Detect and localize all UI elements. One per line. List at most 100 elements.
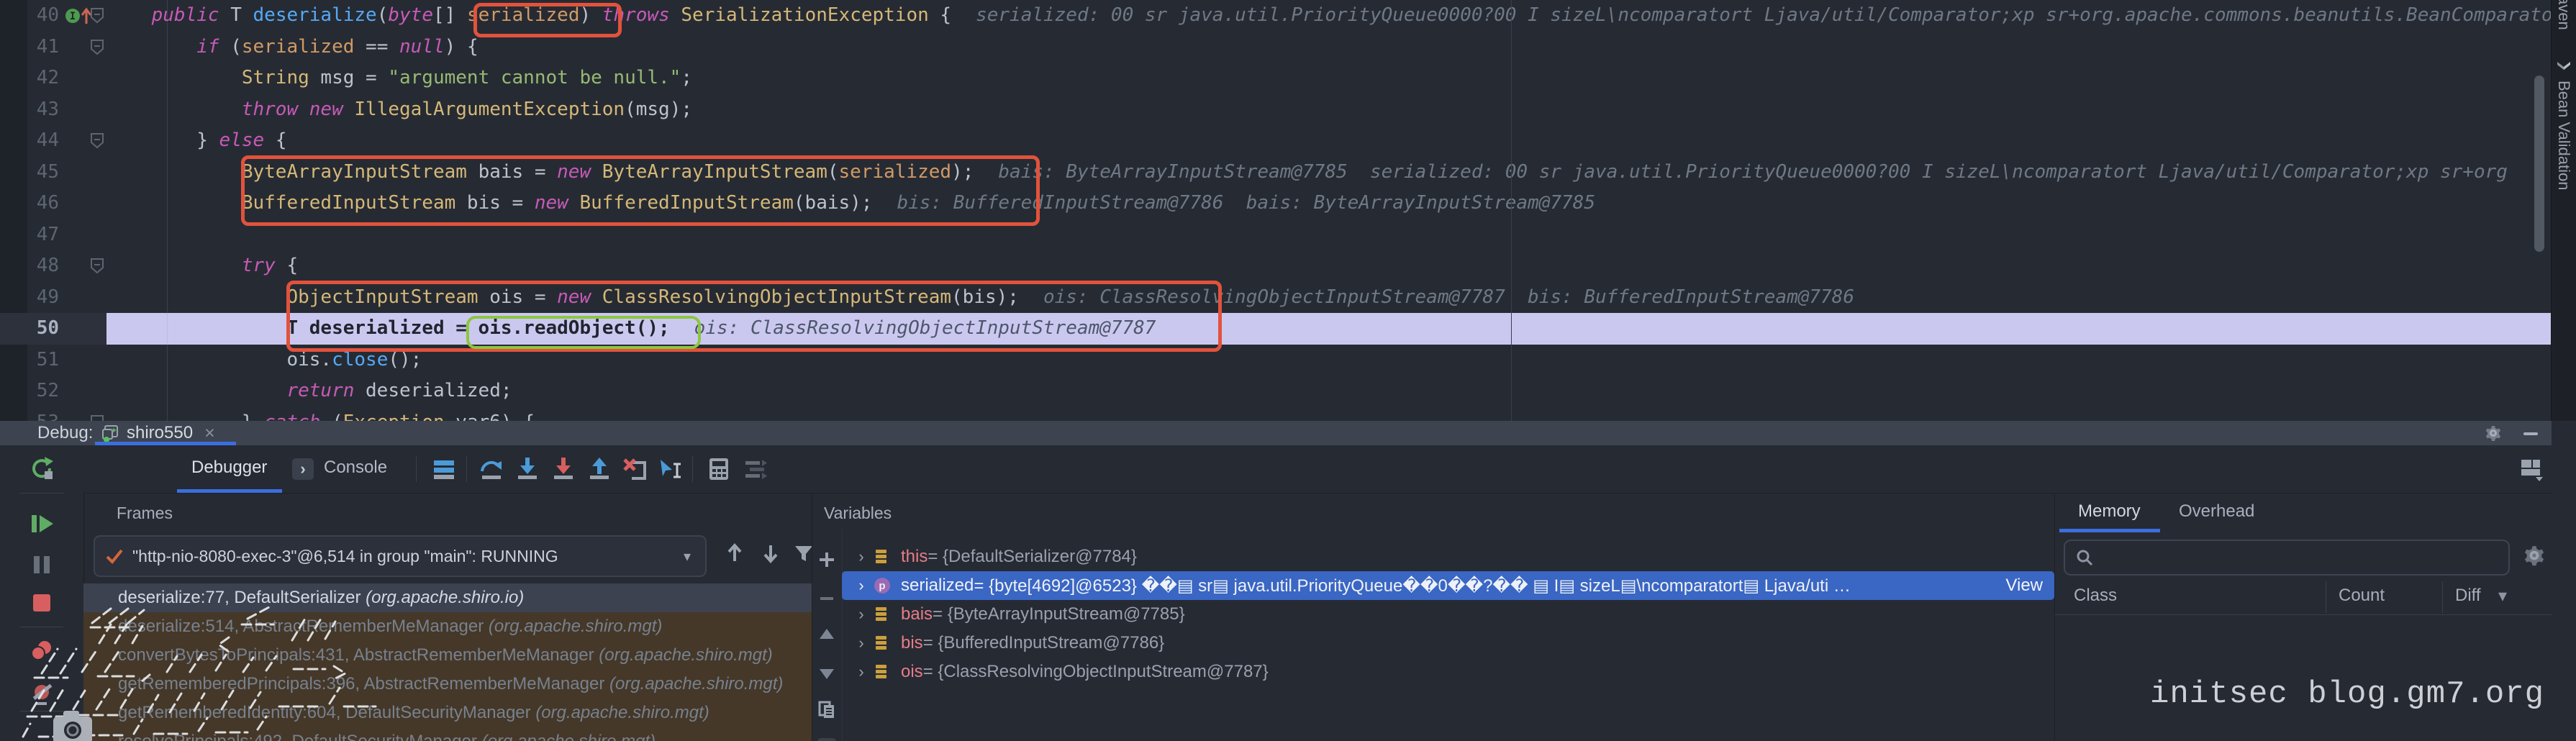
pause-icon[interactable] (27, 550, 56, 579)
code-line-49[interactable]: 49 ObjectInputStream ois = new ClassReso… (0, 282, 2552, 314)
variable-row-ois[interactable]: ›ois = {ClassResolvingObjectInputStream@… (842, 658, 2054, 686)
watches-toggle-icon[interactable] (817, 737, 837, 741)
stop-icon[interactable] (27, 588, 56, 617)
code-line-51[interactable]: 51 ois.close(); (0, 345, 2552, 376)
frame-row[interactable]: getRememberedPrincipals:396, AbstractRem… (83, 670, 812, 699)
column-class[interactable]: Class (2074, 586, 2117, 606)
code-line-52[interactable]: 52 return deserialized; (0, 376, 2552, 407)
variable-row-bis[interactable]: ›bis = {BufferedInputStream@7786} (842, 629, 2054, 658)
tab-debugger[interactable]: Debugger (191, 445, 267, 493)
memory-search-box[interactable] (2064, 540, 2510, 576)
mute-breakpoints-icon[interactable] (27, 679, 56, 708)
frame-row[interactable]: resolvePrincipals:492, DefaultSecurityMa… (83, 727, 812, 741)
expand-chevron-icon[interactable]: › (851, 605, 872, 624)
code-line-43[interactable]: 43 throw new IllegalArgumentException(ms… (0, 94, 2552, 126)
fold-marker-icon[interactable] (89, 132, 105, 150)
move-down-icon[interactable] (817, 663, 837, 683)
fold-marker-icon[interactable] (89, 39, 105, 56)
variable-row-this[interactable]: ›this = {DefaultSerializer@7784} (842, 542, 2054, 571)
code-line-41[interactable]: 41 if (serialized == null) { (0, 32, 2552, 63)
expand-chevron-icon[interactable]: › (851, 663, 872, 681)
expand-chevron-icon[interactable]: › (851, 634, 872, 653)
tab-console[interactable]: Console (324, 445, 387, 493)
code-line-44[interactable]: 44 } else { (0, 125, 2552, 157)
code-line-46[interactable]: 46 BufferedInputStream bis = new Buffere… (0, 188, 2552, 219)
code-line-50[interactable]: 50 T deserialized = ois.readObject();ois… (0, 313, 2552, 345)
remove-watch-icon[interactable] (817, 588, 837, 609)
threads-view-icon[interactable] (430, 455, 458, 483)
thread-selector[interactable]: "http-nio-8080-exec-3"@6,514 in group "m… (94, 535, 707, 577)
fold-marker-icon[interactable] (89, 7, 105, 24)
expand-chevron-icon[interactable]: › (851, 576, 872, 595)
drop-frame-icon[interactable] (622, 455, 649, 483)
code-text[interactable]: BufferedInputStream bis = new BufferedIn… (106, 188, 2552, 219)
variable-row-serialized[interactable]: ›pserialized = {byte[4692]@6523} ��▤ sr▤… (842, 571, 2054, 600)
layout-settings-icon[interactable] (2518, 455, 2546, 483)
code-text[interactable]: ObjectInputStream ois = new ClassResolvi… (106, 282, 2552, 314)
code-text[interactable]: } else { (106, 125, 2552, 157)
step-over-icon[interactable] (478, 455, 505, 483)
inline-debugger-hint: bais: ByteArrayInputStream@7785 serializ… (998, 161, 2508, 183)
code-text[interactable] (106, 219, 2552, 251)
frame-up-icon[interactable] (722, 541, 747, 565)
move-up-icon[interactable] (817, 624, 837, 645)
code-text[interactable]: ByteArrayInputStream bais = new ByteArra… (106, 157, 2552, 188)
code-text[interactable]: if (serialized == null) { (106, 32, 2552, 63)
line-number: 42 (0, 63, 59, 94)
code-line-42[interactable]: 42 String msg = "argument cannot be null… (0, 63, 2552, 94)
frame-row[interactable]: deserialize:514, AbstractRememberMeManag… (83, 612, 812, 641)
column-count[interactable]: Count (2339, 586, 2385, 606)
trace-settings-icon[interactable] (743, 455, 770, 483)
resume-icon[interactable] (27, 509, 56, 538)
tab-overhead[interactable]: Overhead (2179, 494, 2254, 531)
rerun-icon[interactable] (27, 454, 56, 483)
code-line-53[interactable]: 53 } catch (Exception var6) { (0, 407, 2552, 423)
settings-gear-icon[interactable] (2482, 423, 2504, 443)
code-text[interactable]: throw new IllegalArgumentException(msg); (106, 94, 2552, 126)
code-text[interactable]: } catch (Exception var6) { (106, 407, 2552, 423)
view-breakpoints-icon[interactable] (27, 636, 56, 665)
line-number: 43 (0, 94, 59, 126)
code-text[interactable]: String msg = "argument cannot be null."; (106, 63, 2552, 94)
copy-value-icon[interactable] (817, 699, 837, 719)
fold-marker-icon[interactable] (89, 258, 105, 275)
evaluate-expression-icon[interactable] (705, 455, 733, 483)
frame-row[interactable]: getRememberedIdentity:604, DefaultSecuri… (83, 699, 812, 727)
new-watch-icon[interactable] (817, 550, 837, 570)
frame-row[interactable]: deserialize:77, DefaultSerializer (org.a… (83, 583, 812, 612)
view-value-link[interactable]: View (2005, 576, 2043, 596)
maven-tool-button[interactable]: aven (2554, 0, 2573, 30)
inline-debugger-hint: ois: ClassResolvingObjectInputStream@778… (1043, 286, 1854, 308)
minimize-icon[interactable] (2520, 423, 2541, 443)
variable-row-bais[interactable]: ›bais = {ByteArrayInputStream@7785} (842, 600, 2054, 629)
code-text[interactable]: ois.close(); (106, 345, 2552, 376)
frame-down-icon[interactable] (758, 541, 783, 565)
variable-value: = {BufferedInputStream@7786} (923, 633, 1165, 653)
code-line-48[interactable]: 48 try { (0, 250, 2552, 282)
bean-validation-tool-button[interactable]: Bean Validation (2554, 81, 2573, 191)
force-step-into-icon[interactable] (550, 455, 577, 483)
column-diff[interactable]: Diff (2455, 586, 2481, 606)
expand-chevron-icon[interactable]: › (851, 547, 872, 566)
editor-scrollbar[interactable] (2534, 76, 2544, 252)
code-text[interactable]: return deserialized; (106, 376, 2552, 407)
code-text[interactable]: try { (106, 250, 2552, 282)
memory-settings-gear-icon[interactable] (2521, 542, 2547, 568)
frame-row[interactable]: convertBytesToPrincipals:431, AbstractRe… (83, 641, 812, 670)
code-text[interactable]: T deserialized = ois.readObject();ois: C… (106, 313, 2552, 345)
memory-search-input[interactable] (2101, 547, 2508, 568)
code-line-45[interactable]: 45 ByteArrayInputStream bais = new ByteA… (0, 157, 2552, 188)
code-editor[interactable]: 40I public T deserialize(byte[] serializ… (0, 0, 2576, 422)
run-to-cursor-icon[interactable] (658, 455, 685, 483)
gutter: 49 (0, 282, 106, 314)
code-line-40[interactable]: 40I public T deserialize(byte[] serializ… (0, 0, 2552, 32)
step-out-icon[interactable] (586, 455, 613, 483)
step-into-icon[interactable] (514, 455, 541, 483)
line-number: 41 (0, 32, 59, 63)
code-text[interactable]: public T deserialize(byte[] serialized) … (106, 0, 2552, 32)
tab-memory[interactable]: Memory (2078, 494, 2141, 531)
code-line-47[interactable]: 47 (0, 219, 2552, 251)
filter-frames-icon[interactable] (792, 541, 812, 565)
column-separator[interactable] (2442, 581, 2443, 613)
close-session-icon[interactable]: × (204, 423, 215, 444)
